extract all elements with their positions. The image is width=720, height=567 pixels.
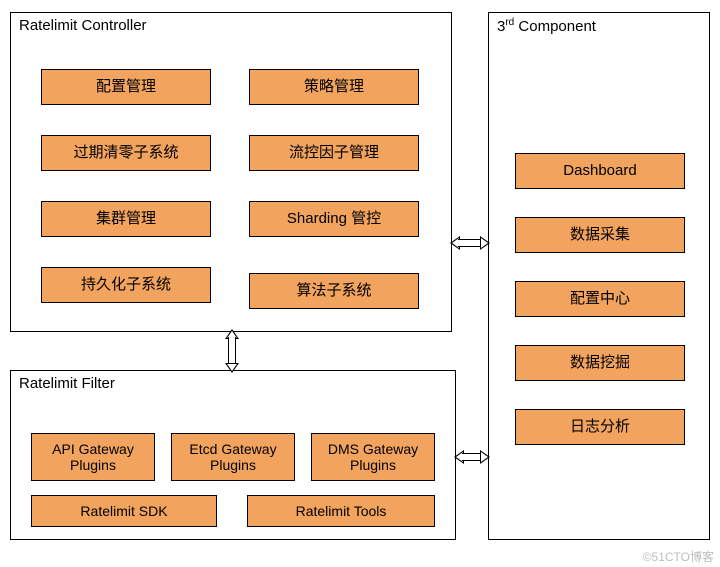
box-etcd-gw-plugins: Etcd Gateway Plugins — [171, 433, 295, 481]
box-config-mgmt: 配置管理 — [41, 69, 211, 105]
box-algorithm-subsys: 算法子系统 — [249, 273, 419, 309]
box-dashboard: Dashboard — [515, 153, 685, 189]
arrow-controller-third — [450, 236, 490, 250]
panel-ratelimit-filter: Ratelimit Filter API Gateway Plugins Etc… — [10, 370, 456, 540]
box-cluster-mgmt: 集群管理 — [41, 201, 211, 237]
panel-third-component: 3rd Component Dashboard 数据采集 配置中心 数据挖掘 日… — [488, 12, 710, 540]
watermark: ©51CTO博客 — [643, 548, 714, 565]
box-sharding-ctrl: Sharding 管控 — [249, 201, 419, 237]
box-persistence-subsys: 持久化子系统 — [41, 267, 211, 303]
panel-title-third: 3rd Component — [497, 17, 596, 35]
panel-ratelimit-controller: Ratelimit Controller 配置管理 策略管理 过期清零子系统 流… — [10, 12, 452, 332]
panel-title-controller: Ratelimit Controller — [19, 17, 147, 34]
arrow-controller-filter — [225, 329, 239, 373]
box-policy-mgmt: 策略管理 — [249, 69, 419, 105]
third-title-suffix: Component — [514, 18, 596, 35]
box-ratelimit-sdk: Ratelimit SDK — [31, 495, 217, 527]
arrow-filter-third — [454, 450, 490, 464]
panel-title-filter: Ratelimit Filter — [19, 375, 115, 392]
box-dms-gw-plugins: DMS Gateway Plugins — [311, 433, 435, 481]
box-api-gw-plugins: API Gateway Plugins — [31, 433, 155, 481]
box-data-collect: 数据采集 — [515, 217, 685, 253]
box-log-analysis: 日志分析 — [515, 409, 685, 445]
box-data-mining: 数据挖掘 — [515, 345, 685, 381]
box-config-center: 配置中心 — [515, 281, 685, 317]
diagram-canvas: Ratelimit Controller 配置管理 策略管理 过期清零子系统 流… — [0, 0, 720, 567]
box-flow-factor-mgmt: 流控因子管理 — [249, 135, 419, 171]
third-title-sup: rd — [505, 17, 514, 28]
box-ratelimit-tools: Ratelimit Tools — [247, 495, 435, 527]
box-expire-clear-subsys: 过期清零子系统 — [41, 135, 211, 171]
